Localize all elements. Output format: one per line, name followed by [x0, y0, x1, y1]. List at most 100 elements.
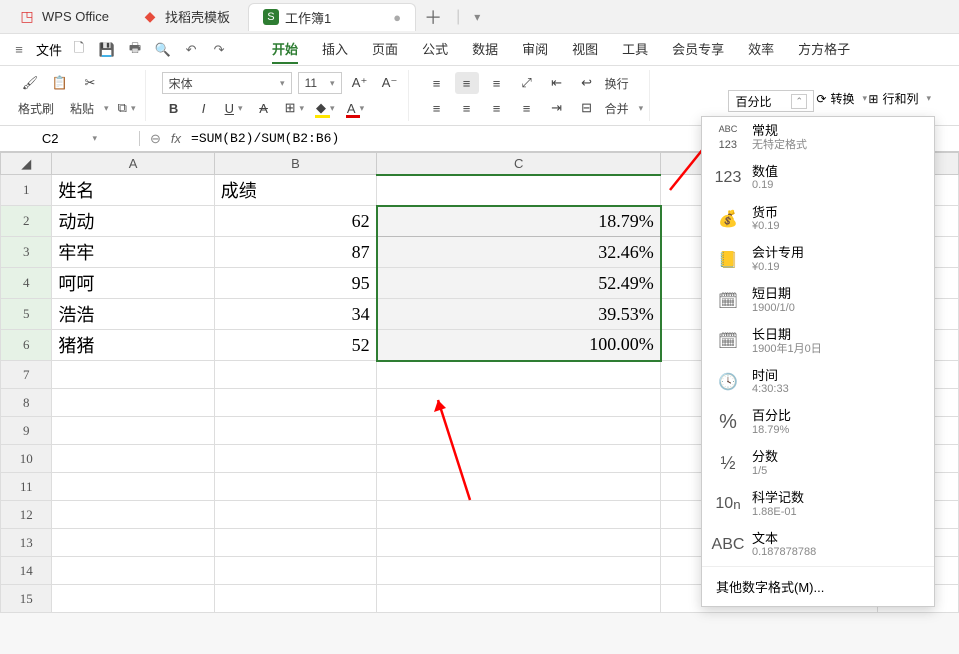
preview-icon[interactable]: 🔍 [152, 39, 174, 61]
menu-tab-view[interactable]: 视图 [572, 35, 598, 64]
cell[interactable] [377, 445, 661, 473]
row-header[interactable]: 5 [1, 299, 52, 330]
wrap-text-icon[interactable]: ↩ [575, 72, 599, 94]
paste-label[interactable]: 粘贴 [70, 100, 94, 117]
fmt-short-date[interactable]: 🗓 短日期1900/1/0 [702, 280, 934, 321]
cell[interactable] [52, 417, 214, 445]
bold-button[interactable]: B [162, 97, 186, 119]
menu-tab-tools[interactable]: 工具 [622, 35, 648, 64]
cell[interactable]: 成绩 [214, 175, 376, 206]
print-icon[interactable]: 🖶 [124, 39, 146, 61]
fmt-general[interactable]: ABC123 常规无特定格式 [702, 117, 934, 158]
fill-color-button[interactable]: ◆▾ [313, 97, 338, 119]
menu-tab-start[interactable]: 开始 [272, 35, 298, 64]
align-right-icon[interactable]: ≡ [485, 97, 509, 119]
format-brush-label[interactable]: 格式刷 [18, 100, 54, 117]
cell[interactable] [52, 501, 214, 529]
cell[interactable] [377, 473, 661, 501]
merge-label[interactable]: 合并 [605, 100, 629, 117]
row-header[interactable]: 13 [1, 529, 52, 557]
fmt-currency[interactable]: 💰 货币¥0.19 [702, 199, 934, 240]
row-header[interactable]: 1 [1, 175, 52, 206]
row-header[interactable]: 3 [1, 237, 52, 268]
title-tab-workbook[interactable]: S 工作簿1 ● [248, 3, 416, 31]
cell-selected[interactable]: 32.46% [377, 237, 661, 268]
format-brush-icon[interactable]: 🖌 [18, 72, 42, 94]
row-header[interactable]: 15 [1, 585, 52, 613]
cell[interactable] [52, 473, 214, 501]
cell[interactable]: 34 [214, 299, 376, 330]
cell[interactable] [52, 445, 214, 473]
cell[interactable] [52, 585, 214, 613]
cell-selected[interactable]: 100.00% [377, 330, 661, 361]
strike-button[interactable]: A [252, 97, 276, 119]
fmt-accounting[interactable]: 📒 会计专用¥0.19 [702, 239, 934, 280]
fmt-text[interactable]: ABC 文本0.187878788 [702, 525, 934, 566]
col-header-B[interactable]: B [214, 153, 376, 175]
align-left-icon[interactable]: ≡ [425, 97, 449, 119]
cell[interactable] [377, 417, 661, 445]
indent-left-icon[interactable]: ⇥ [545, 97, 569, 119]
cell[interactable] [214, 417, 376, 445]
fmt-percent[interactable]: % 百分比18.79% [702, 402, 934, 443]
new-file-icon[interactable]: 🗋 [68, 39, 90, 61]
cell[interactable] [214, 529, 376, 557]
cell-selected[interactable]: 18.79% [377, 206, 661, 237]
align-bottom-icon[interactable]: ≡ [485, 72, 509, 94]
col-header-A[interactable]: A [52, 153, 214, 175]
cell[interactable] [214, 361, 376, 389]
row-header[interactable]: 8 [1, 389, 52, 417]
row-header[interactable]: 11 [1, 473, 52, 501]
fmt-scientific[interactable]: 10n 科学记数1.88E-01 [702, 484, 934, 525]
cell[interactable]: 浩浩 [52, 299, 214, 330]
menu-tab-data[interactable]: 数据 [472, 35, 498, 64]
menu-tab-member[interactable]: 会员专享 [672, 35, 724, 64]
cell[interactable]: 62 [214, 206, 376, 237]
copy-icon[interactable]: ⧉▾ [115, 97, 139, 119]
cell[interactable]: 52 [214, 330, 376, 361]
rows-cols-button[interactable]: ⊞ 行和列▾ [868, 90, 931, 107]
convert-button[interactable]: ⟳ 转换▾ [816, 90, 867, 107]
menu-tab-review[interactable]: 审阅 [522, 35, 548, 64]
cell[interactable] [377, 361, 661, 389]
cell[interactable] [52, 529, 214, 557]
border-button[interactable]: ⊞▾ [282, 97, 307, 119]
formula-input[interactable]: =SUM(B2)/SUM(B2:B6) [191, 131, 339, 146]
font-family-select[interactable]: 宋体▾ [162, 72, 292, 94]
increase-font-icon[interactable]: A⁺ [348, 72, 372, 94]
menu-tab-page[interactable]: 页面 [372, 35, 398, 64]
cut-icon[interactable]: ✂ [78, 72, 102, 94]
cell[interactable] [214, 473, 376, 501]
fmt-other[interactable]: 其他数字格式(M)... [702, 566, 934, 606]
fmt-time[interactable]: 🕓 时间4:30:33 [702, 362, 934, 403]
cell[interactable]: 姓名 [52, 175, 214, 206]
add-tab-button[interactable]: ＋ [420, 4, 446, 30]
undo-icon[interactable]: ↶ [180, 39, 202, 61]
cell[interactable] [52, 389, 214, 417]
font-color-button[interactable]: A▾ [344, 97, 368, 119]
row-header[interactable]: 10 [1, 445, 52, 473]
cell[interactable] [377, 501, 661, 529]
title-tab-template[interactable]: ◆ 找稻壳模板 [127, 3, 244, 31]
decrease-font-icon[interactable]: A⁻ [378, 72, 402, 94]
number-format-select[interactable]: 百分比 ⌃ [728, 90, 814, 112]
align-top-icon[interactable]: ≡ [425, 72, 449, 94]
underline-button[interactable]: U▾ [222, 97, 246, 119]
menu-tab-formula[interactable]: 公式 [422, 35, 448, 64]
fmt-fraction[interactable]: ½ 分数1/5 [702, 443, 934, 484]
row-header[interactable]: 7 [1, 361, 52, 389]
cell-selected[interactable]: 39.53% [377, 299, 661, 330]
save-icon[interactable]: 💾 [96, 39, 118, 61]
row-header[interactable]: 14 [1, 557, 52, 585]
wrap-label[interactable]: 换行 [605, 75, 629, 92]
cell[interactable]: 猪猪 [52, 330, 214, 361]
cell[interactable]: 动动 [52, 206, 214, 237]
orientation-icon[interactable]: ⤢ [515, 72, 539, 94]
cell[interactable] [214, 445, 376, 473]
cell[interactable] [52, 557, 214, 585]
cell[interactable] [52, 361, 214, 389]
cell[interactable] [377, 175, 661, 206]
redo-icon[interactable]: ↷ [208, 39, 230, 61]
font-size-select[interactable]: 11▾ [298, 72, 342, 94]
row-header[interactable]: 6 [1, 330, 52, 361]
